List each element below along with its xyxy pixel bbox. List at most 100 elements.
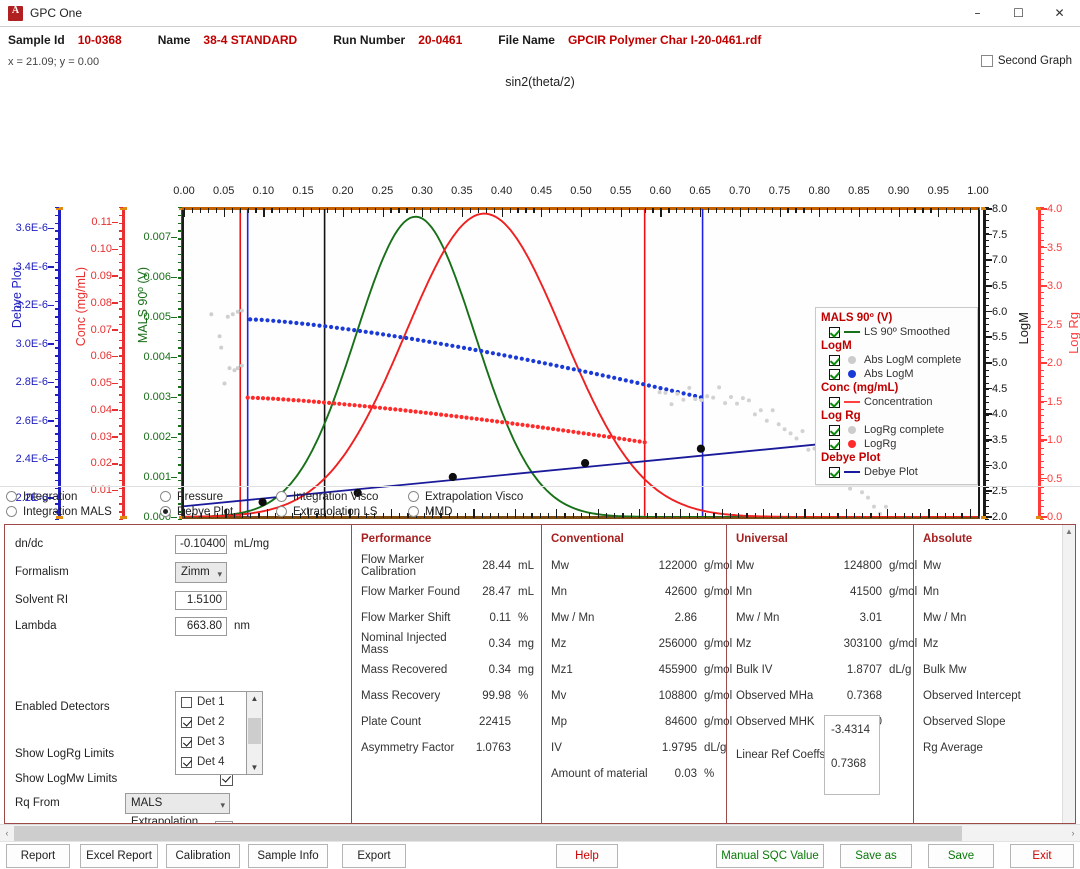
legend-checkbox[interactable] — [829, 466, 840, 478]
data-point — [464, 415, 469, 420]
detector-item[interactable]: Det 2 — [176, 712, 246, 732]
radio-mmd[interactable]: MMD — [408, 504, 523, 519]
rq-from-select[interactable]: MALS Extrapolation — [125, 792, 230, 823]
legend-checkbox[interactable] — [829, 354, 840, 366]
radio-button[interactable] — [6, 491, 17, 502]
legend-item[interactable]: LogRg complete — [821, 423, 972, 437]
radio-button[interactable] — [6, 506, 17, 517]
save-button[interactable]: Save — [928, 844, 994, 868]
excel-report-button[interactable]: Excel Report — [80, 844, 158, 868]
radio-pressure[interactable]: Pressure — [160, 489, 233, 504]
view-mode-radio-group[interactable]: Integration Integration MALS Pressure Debye… — [0, 486, 1080, 519]
legend-checkbox[interactable] — [829, 424, 840, 436]
data-row: Mw / Mn — [923, 605, 1073, 631]
y-axis-minor-tick — [985, 233, 989, 235]
solvent-ri-input[interactable]: 1.5100 — [175, 590, 227, 610]
sample-id-label: Sample Id — [8, 33, 65, 47]
universal-heading: Universal — [736, 533, 788, 545]
y-axis-minor-tick — [985, 454, 989, 456]
legend-item[interactable]: Concentration — [821, 395, 972, 409]
legend-item[interactable]: Abs LogM — [821, 367, 972, 381]
scroll-up-icon[interactable]: ▲ — [247, 692, 262, 705]
calibration-button[interactable]: Calibration — [166, 844, 240, 868]
top-axis-tick: 0.75 — [768, 185, 791, 197]
detector-checkbox[interactable] — [181, 696, 192, 708]
maximize-icon[interactable]: ☐ — [998, 0, 1039, 27]
radio-integration[interactable]: Integration — [6, 489, 112, 504]
y-axis-minor-tick — [985, 239, 989, 241]
horizontal-scrollbar[interactable]: ‹ › — [0, 824, 1080, 841]
radio-button[interactable] — [160, 506, 171, 517]
legend-item[interactable]: LogRg — [821, 437, 972, 451]
scroll-down-icon[interactable]: ▼ — [247, 761, 262, 774]
app-logo-icon — [8, 5, 23, 21]
y-axis-title: LogM — [1016, 312, 1031, 345]
data-point — [418, 410, 423, 415]
detectors-scrollbar[interactable]: ▲ ▼ — [247, 691, 263, 775]
scroll-right-icon[interactable]: › — [1066, 826, 1080, 841]
data-point — [388, 406, 393, 411]
detector-checkbox[interactable] — [181, 736, 192, 748]
radio-integration-mals[interactable]: Integration MALS — [6, 504, 112, 519]
y-axis-minor-tick — [1040, 259, 1044, 261]
data-row: Mass Recovered 0.34 mg — [361, 657, 539, 683]
detector-checkbox[interactable] — [181, 756, 192, 768]
data-point — [409, 336, 415, 341]
lambda-row: Lambda 663.80 nm — [15, 613, 350, 639]
scroll-thumb[interactable] — [248, 718, 261, 744]
legend-checkbox[interactable] — [829, 326, 840, 338]
save-as-button[interactable]: Save as — [840, 844, 912, 868]
top-axis-tick: 0.10 — [252, 185, 275, 197]
legend-checkbox[interactable] — [829, 396, 840, 408]
legend-item[interactable]: LS 90º Smoothed — [821, 325, 972, 339]
radio-debye-plot[interactable]: Debye Plot — [160, 504, 233, 519]
chart-area[interactable]: sin2(theta/2) 0.00 0.05 0.10 0.15 0.20 0.25 0.… — [0, 75, 1080, 558]
parameters-form[interactable]: dn/dc -0.10400 mL/mg Formalism Zimm Solv… — [15, 531, 350, 823]
close-icon[interactable]: ✕ — [1039, 0, 1080, 27]
radio-extrapolation-ls[interactable]: Extrapolation LS — [276, 504, 378, 519]
report-button[interactable]: Report — [6, 844, 70, 868]
results-vertical-scrollbar[interactable]: ▲ — [1062, 525, 1075, 823]
formalism-select[interactable]: Zimm — [175, 561, 227, 584]
help-button[interactable]: Help — [556, 844, 618, 868]
radio-extrapolation-visco[interactable]: Extrapolation Visco — [408, 489, 523, 504]
scroll-thumb[interactable] — [14, 826, 962, 841]
detector-item[interactable]: Det 3 — [176, 732, 246, 752]
chart-legend[interactable]: MALS 90º (V) LS 90º Smoothed LogM Abs LogM … — [815, 307, 978, 485]
radio-column: Extrapolation Visco MMD — [408, 489, 523, 519]
manual-sqc-value-button[interactable]: Manual SQC Value — [716, 844, 824, 868]
legend-checkbox[interactable] — [829, 438, 840, 450]
legend-item[interactable]: Debye Plot — [821, 465, 972, 479]
solvent-ri-label: Solvent RI — [15, 594, 69, 606]
data-point — [375, 331, 380, 336]
radio-button[interactable] — [160, 491, 171, 502]
scroll-left-icon[interactable]: ‹ — [0, 826, 14, 841]
export-button[interactable]: Export — [342, 844, 406, 868]
scroll-up-icon[interactable]: ▲ — [1063, 525, 1075, 538]
sample-info-button[interactable]: Sample Info — [248, 844, 328, 868]
detector-checkbox[interactable] — [181, 716, 192, 728]
legend-checkbox[interactable] — [829, 368, 840, 380]
detector-item[interactable]: Det 1 — [176, 692, 246, 712]
radio-button[interactable] — [276, 506, 287, 517]
second-graph-toggle[interactable]: Second Graph — [980, 55, 1072, 67]
radio-button[interactable] — [408, 491, 419, 502]
linear-ref-coeffs-box[interactable]: -3.4314 0.7368 — [824, 715, 880, 795]
legend-item[interactable]: Abs LogM complete — [821, 353, 972, 367]
y-axis-minor-tick — [1040, 421, 1044, 423]
enabled-detectors-list[interactable]: Det 1 Det 2 Det 3 Det 4 — [175, 691, 247, 775]
dndc-input[interactable]: -0.10400 — [175, 534, 227, 554]
second-graph-checkbox[interactable] — [980, 55, 993, 67]
action-button-bar[interactable]: Report Excel Report Calibration Sample Info… — [0, 841, 1080, 869]
detector-item[interactable]: Det 4 — [176, 752, 246, 772]
exit-button[interactable]: Exit — [1010, 844, 1074, 868]
minimize-icon[interactable]: – — [957, 0, 998, 27]
data-point — [658, 386, 663, 391]
y-axis-minor-tick — [985, 350, 989, 352]
radio-button[interactable] — [408, 506, 419, 517]
lambda-input[interactable]: 663.80 — [175, 616, 227, 636]
data-point — [607, 434, 612, 440]
data-point — [291, 398, 296, 403]
radio-button[interactable] — [276, 491, 287, 502]
radio-integration-visco[interactable]: Integration Visco — [276, 489, 378, 504]
